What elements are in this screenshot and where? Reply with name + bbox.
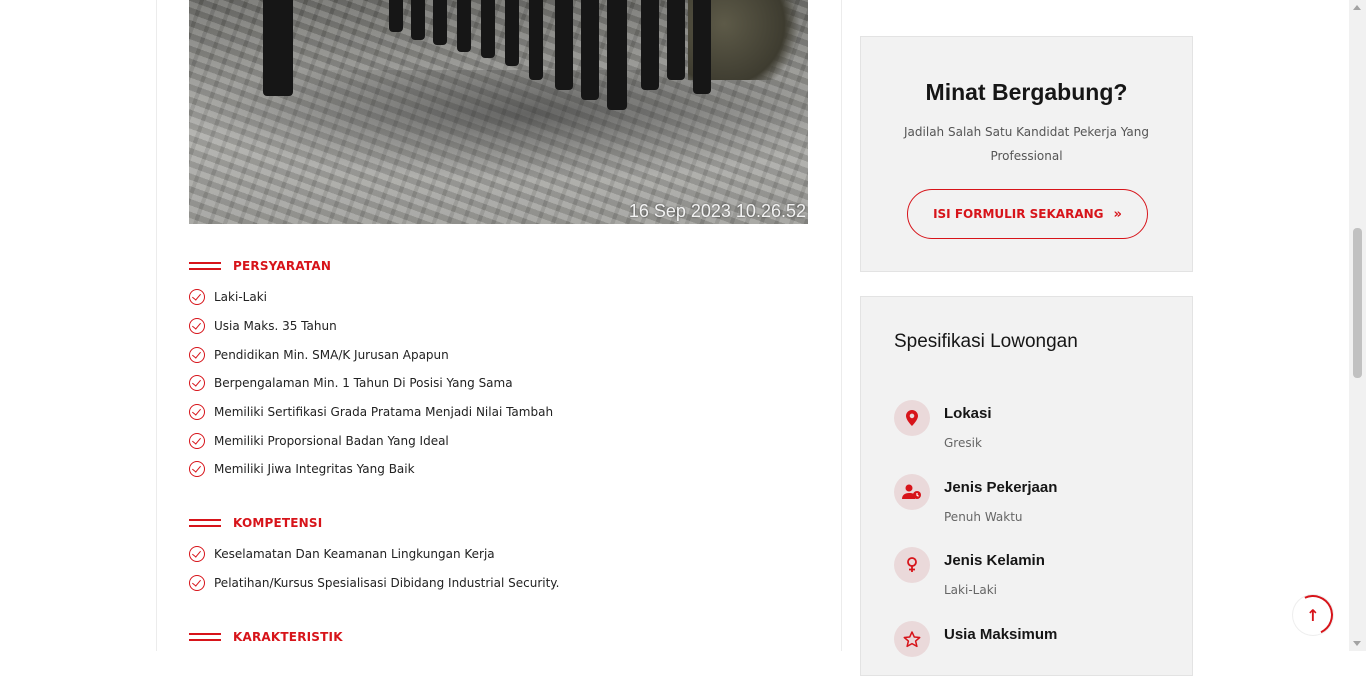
check-circle-icon xyxy=(189,404,205,421)
list-item-text: Memiliki Proporsional Badan Yang Ideal xyxy=(214,433,449,448)
list-item: Berpengalaman Min. 1 Tahun Di Posisi Yan… xyxy=(189,369,553,398)
cta-subtitle: Jadilah Salah Satu Kandidat Pekerja Yang… xyxy=(904,125,1149,163)
spec-item-max-age: Usia Maksimum xyxy=(894,621,1174,681)
competence-list: Keselamatan Dan Keamanan Lingkungan Kerj… xyxy=(189,540,560,597)
spec-value: Laki-Laki xyxy=(944,583,997,597)
check-circle-icon xyxy=(189,375,205,392)
spec-value: Penuh Waktu xyxy=(944,510,1023,524)
page-scrollbar[interactable] xyxy=(1349,0,1366,651)
list-item: Pendidikan Min. SMA/K Jurusan Apapun xyxy=(189,340,553,369)
check-circle-icon xyxy=(189,461,205,478)
page: 16 Sep 2023 10.26.52 PERSYARATAN Laki-La… xyxy=(0,0,1349,676)
cta-title: Minat Bergabung? xyxy=(925,79,1128,105)
characteristics-title: KARAKTERISTIK xyxy=(233,630,343,644)
fill-form-button-label: ISI FORMULIR SEKARANG xyxy=(933,207,1104,221)
spec-label: Jenis Pekerjaan xyxy=(944,479,1058,496)
list-item-text: Keselamatan Dan Keamanan Lingkungan Kerj… xyxy=(214,547,495,562)
fill-form-button[interactable]: ISI FORMULIR SEKARANG » xyxy=(907,189,1148,239)
check-circle-icon xyxy=(189,346,205,363)
check-circle-icon xyxy=(189,289,205,306)
list-item: Laki-Laki xyxy=(189,283,553,312)
list-item: Usia Maks. 35 Tahun xyxy=(189,312,553,341)
map-pin-icon xyxy=(894,400,930,436)
spec-label: Jenis Kelamin xyxy=(944,552,1045,569)
list-item-text: Memiliki Sertifikasi Grada Pratama Menja… xyxy=(214,405,554,420)
competence-heading: KOMPETENSI xyxy=(189,516,322,530)
spec-item-location: Lokasi Gresik xyxy=(894,400,1174,460)
requirements-list: Laki-Laki Usia Maks. 35 Tahun Pendidikan… xyxy=(189,283,553,484)
requirements-title: PERSYARATAN xyxy=(233,259,332,273)
spec-item-job-type: Jenis Pekerjaan Penuh Waktu xyxy=(894,474,1174,534)
list-item: Pelatihan/Kursus Spesialisasi Dibidang I… xyxy=(189,569,560,598)
scroll-up-arrow-icon[interactable] xyxy=(1353,5,1361,10)
list-item: Memiliki Jiwa Integritas Yang Baik xyxy=(189,455,553,484)
list-item-text: Usia Maks. 35 Tahun xyxy=(214,319,337,334)
spec-item-gender: Jenis Kelamin Laki-Laki xyxy=(894,547,1174,607)
list-item-text: Pelatihan/Kursus Spesialisasi Dibidang I… xyxy=(214,576,560,591)
scrollbar-thumb[interactable] xyxy=(1353,228,1362,378)
job-photo: 16 Sep 2023 10.26.52 xyxy=(189,0,808,224)
photo-timestamp: 16 Sep 2023 10.26.52 xyxy=(628,201,806,221)
check-circle-icon xyxy=(189,575,205,592)
gender-icon xyxy=(894,547,930,583)
photo-guards xyxy=(189,0,808,110)
heading-dash-icon xyxy=(189,519,221,527)
check-circle-icon xyxy=(189,546,205,563)
spec-label: Lokasi xyxy=(944,405,992,422)
back-to-top-button[interactable]: ↑ xyxy=(1287,589,1339,641)
check-circle-icon xyxy=(189,318,205,335)
list-item-text: Laki-Laki xyxy=(214,290,267,305)
heading-dash-icon xyxy=(189,633,221,641)
competence-title: KOMPETENSI xyxy=(233,516,323,530)
star-icon xyxy=(894,621,930,657)
scroll-down-arrow-icon[interactable] xyxy=(1353,641,1361,646)
requirements-heading: PERSYARATAN xyxy=(189,259,331,273)
spec-label: Usia Maksimum xyxy=(944,626,1058,643)
characteristics-heading: KARAKTERISTIK xyxy=(189,630,343,644)
spec-title: Spesifikasi Lowongan xyxy=(894,331,1078,352)
double-chevron-right-icon: » xyxy=(1113,206,1122,222)
list-item-text: Berpengalaman Min. 1 Tahun Di Posisi Yan… xyxy=(214,376,513,391)
list-item: Memiliki Sertifikasi Grada Pratama Menja… xyxy=(189,398,553,427)
list-item: Memiliki Proporsional Badan Yang Ideal xyxy=(189,426,553,455)
heading-dash-icon xyxy=(189,262,221,270)
list-item-text: Memiliki Jiwa Integritas Yang Baik xyxy=(214,462,415,477)
check-circle-icon xyxy=(189,432,205,449)
job-spec-card: Spesifikasi Lowongan Lokasi Gresik Jenis… xyxy=(860,296,1193,676)
list-item-text: Pendidikan Min. SMA/K Jurusan Apapun xyxy=(214,347,449,362)
user-clock-icon xyxy=(894,474,930,510)
spec-value: Gresik xyxy=(944,436,982,450)
join-cta-card: Minat Bergabung? Jadilah Salah Satu Kand… xyxy=(860,36,1193,272)
list-item: Keselamatan Dan Keamanan Lingkungan Kerj… xyxy=(189,540,560,569)
